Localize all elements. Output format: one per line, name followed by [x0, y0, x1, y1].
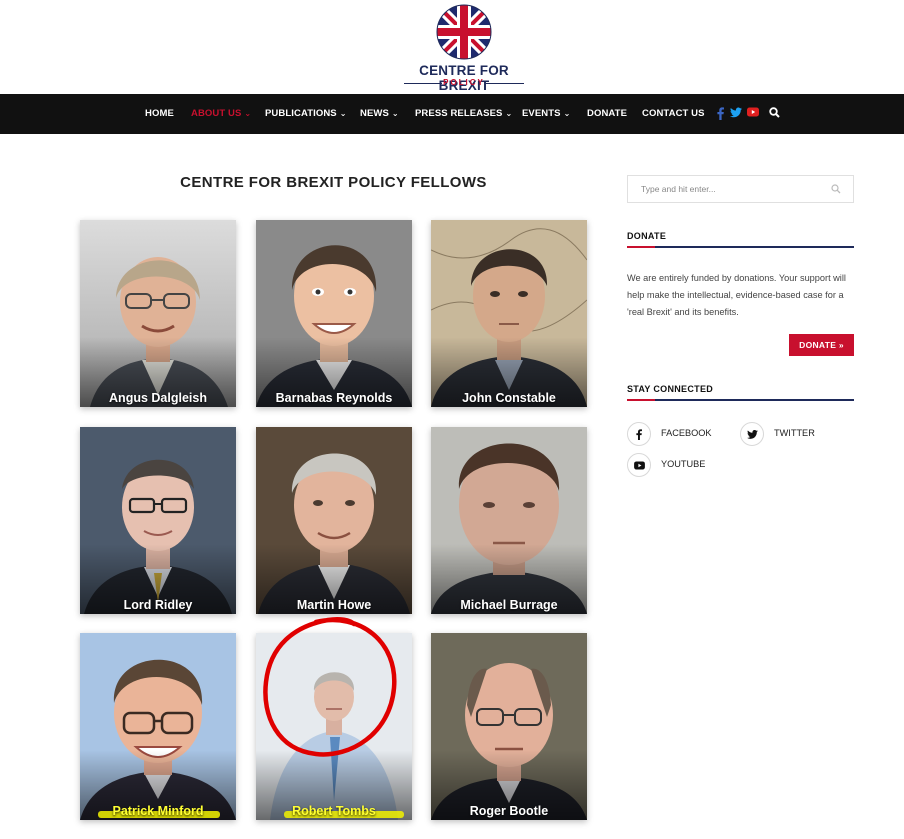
nav-press-releases-label: PRESS RELEASES: [415, 108, 503, 119]
nav-events-label: EVENTS: [522, 108, 561, 119]
chevron-down-icon: ⌄: [391, 109, 399, 118]
nav-publications[interactable]: PUBLICATIONS ⌄: [265, 94, 347, 134]
donate-button[interactable]: DONATE »: [789, 334, 854, 356]
social-label: FACEBOOK: [661, 428, 712, 438]
stay-connected-rule: [627, 399, 854, 401]
page-title: CENTRE FOR BREXIT POLICY FELLOWS: [180, 174, 487, 191]
fellow-card-lord-ridley[interactable]: Lord Ridley: [80, 427, 236, 614]
youtube-icon: [627, 453, 651, 477]
union-jack-globe-icon: [436, 4, 492, 60]
fellow-card-angus-dalgleish[interactable]: Angus Dalgleish: [80, 220, 236, 407]
fellow-card-patrick-minford[interactable]: Patrick Minford: [80, 633, 236, 820]
youtube-icon: [747, 107, 759, 117]
social-label: TWITTER: [774, 428, 815, 438]
nav-contact-us[interactable]: CONTACT US: [642, 94, 705, 134]
social-link-facebook[interactable]: FACEBOOK: [627, 422, 727, 446]
nav-home-label: HOME: [145, 108, 174, 119]
site-logo[interactable]: CENTRE FOR BREXIT POLICY: [392, 4, 536, 93]
red-annotation-circle: [263, 616, 397, 757]
stay-connected-title: STAY CONNECTED: [627, 384, 714, 394]
facebook-icon: [627, 422, 651, 446]
nav-twitter-link[interactable]: [730, 107, 742, 121]
fellow-name: Patrick Minford: [112, 804, 204, 818]
main-navigation: HOME ABOUT US ⌄ PUBLICATIONS ⌄ NEWS ⌄ PRESS…: [0, 94, 904, 134]
chevron-down-icon: ⌄: [563, 109, 571, 118]
donate-widget-rule: [627, 246, 854, 248]
nav-publications-label: PUBLICATIONS: [265, 108, 337, 119]
nav-events[interactable]: EVENTS ⌄: [522, 94, 570, 134]
fellow-card-john-constable[interactable]: John Constable: [431, 220, 587, 407]
twitter-icon: [730, 107, 742, 118]
fellow-name: Barnabas Reynolds: [275, 391, 393, 405]
fellow-name: Martin Howe: [296, 598, 372, 612]
fellow-card-michael-burrage[interactable]: Michael Burrage: [431, 427, 587, 614]
nav-news-label: NEWS: [360, 108, 389, 119]
nav-about-us[interactable]: ABOUT US ⌄: [191, 94, 251, 134]
nav-donate-label: DONATE: [587, 108, 628, 119]
chevron-down-icon: ⌄: [505, 109, 513, 118]
search-icon: [769, 107, 780, 118]
fellow-card-martin-howe[interactable]: Martin Howe: [256, 427, 412, 614]
search-icon[interactable]: [831, 184, 841, 194]
chevron-down-icon: ⌄: [339, 109, 347, 118]
nav-about-us-label: ABOUT US: [191, 108, 242, 119]
fellow-card-barnabas-reynolds[interactable]: Barnabas Reynolds: [256, 220, 412, 407]
nav-facebook-link[interactable]: [717, 107, 724, 121]
nav-search-button[interactable]: [769, 107, 780, 121]
nav-donate[interactable]: DONATE: [587, 94, 627, 134]
facebook-icon: [717, 107, 724, 120]
donate-widget-text: We are entirely funded by donations. You…: [627, 273, 846, 317]
nav-contact-us-label: CONTACT US: [642, 108, 705, 119]
fellow-name: Angus Dalgleish: [109, 391, 207, 405]
logo-divider-right: [486, 83, 524, 84]
search-input[interactable]: [628, 176, 828, 202]
nav-youtube-link[interactable]: [747, 107, 759, 121]
fellow-name: Michael Burrage: [460, 598, 558, 612]
nav-home[interactable]: HOME: [145, 94, 174, 134]
social-label: YOUTUBE: [661, 459, 706, 469]
site-header: CENTRE FOR BREXIT POLICY: [0, 0, 904, 94]
donate-widget-title: DONATE: [627, 231, 667, 241]
nav-press-releases[interactable]: PRESS RELEASES ⌄: [415, 94, 512, 134]
social-link-twitter[interactable]: TWITTER: [740, 422, 840, 446]
nav-news[interactable]: NEWS ⌄: [360, 94, 399, 134]
fellow-name: Robert Tombs: [292, 804, 376, 818]
fellow-name: Lord Ridley: [123, 598, 193, 612]
twitter-icon: [740, 422, 764, 446]
fellow-card-roger-bootle[interactable]: Roger Bootle: [431, 633, 587, 820]
sidebar-search: [627, 175, 854, 203]
social-link-youtube[interactable]: YOUTUBE: [627, 453, 727, 477]
fellow-name: Roger Bootle: [469, 804, 549, 818]
chevron-down-icon: ⌄: [244, 109, 252, 118]
fellow-name: John Constable: [462, 391, 556, 405]
